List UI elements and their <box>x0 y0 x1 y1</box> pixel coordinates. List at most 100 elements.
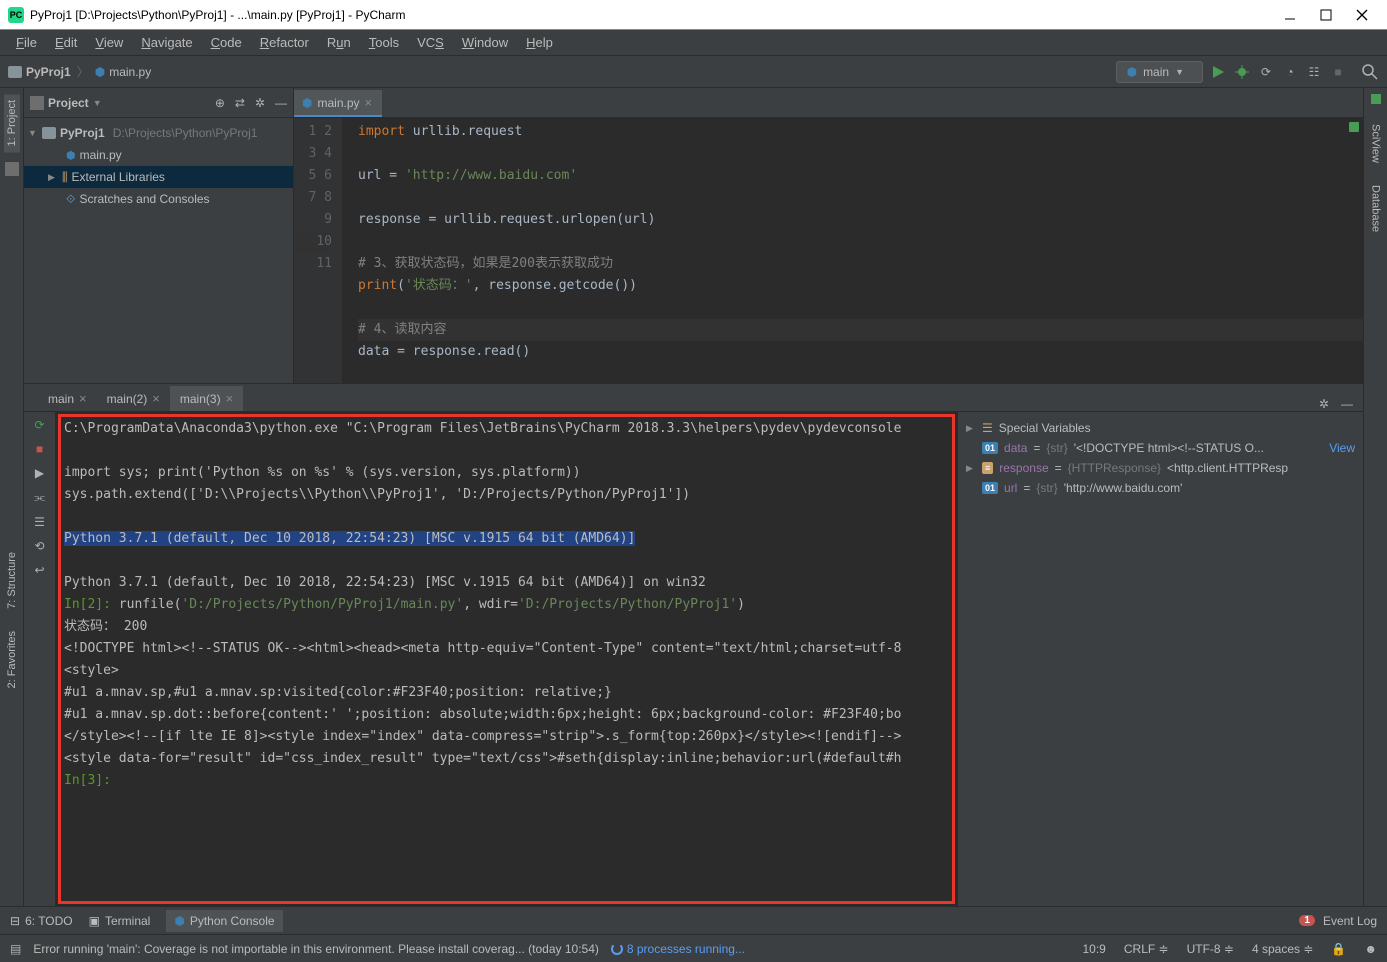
run-config-selector[interactable]: ⬢ main ▼ <box>1116 61 1203 83</box>
execute-icon[interactable]: ▶ <box>35 466 44 480</box>
tab-python-console[interactable]: ⬢Python Console <box>166 910 282 932</box>
menu-window[interactable]: Window <box>454 32 516 53</box>
tab-structure[interactable]: 7: Structure <box>4 546 20 615</box>
tab-database[interactable]: Database <box>1368 179 1384 238</box>
tab-event-log[interactable]: Event Log <box>1323 914 1377 928</box>
coverage-button[interactable]: ⟳ <box>1257 63 1275 81</box>
tree-file-main[interactable]: ⬢ main.py <box>24 144 293 166</box>
gear-icon[interactable]: ✲ <box>1319 397 1329 411</box>
chevron-down-icon[interactable]: ▼ <box>28 128 38 138</box>
chevron-down-icon[interactable]: ▼ <box>93 98 102 108</box>
tab-project[interactable]: 1: Project <box>4 94 20 152</box>
app-icon: PC <box>8 7 24 23</box>
run-button[interactable] <box>1209 63 1227 81</box>
project-tool-window: Project ▼ ⊕ ⇄ ✲ — ▼ PyProj1 D:\Projects\… <box>24 88 294 383</box>
line-gutter: 1 2 3 4 5 6 7 8 9 1011 <box>294 118 342 383</box>
bookmarks-icon[interactable] <box>5 162 19 176</box>
project-header-label[interactable]: Project <box>48 96 89 110</box>
inspection-ok-icon[interactable] <box>1371 94 1381 104</box>
tool-windows-toggle-icon[interactable]: ▤ <box>10 942 21 956</box>
indent-setting[interactable]: 4 spaces ≑ <box>1252 942 1313 956</box>
attach-debug-icon[interactable]: ⫘ <box>34 490 45 505</box>
editor-tabs: ⬢ main.py × <box>294 88 1363 118</box>
tab-todo[interactable]: ⊟6: TODO <box>10 914 73 928</box>
stop-icon[interactable]: ■ <box>36 442 43 456</box>
breadcrumb[interactable]: PyProj1 〉 ⬢ main.py <box>8 63 151 80</box>
notification-count: 1 <box>1299 915 1315 926</box>
inspection-hector-icon[interactable]: ☻ <box>1364 942 1377 956</box>
var-row-url[interactable]: 01 url = {str} 'http://www.baidu.com' <box>966 478 1355 498</box>
spinner-icon <box>611 943 623 955</box>
soft-wrap-icon[interactable]: ↩ <box>34 563 44 577</box>
run-tab-main3[interactable]: main(3)× <box>170 386 243 411</box>
background-processes[interactable]: 8 processes running... <box>611 942 745 956</box>
menu-view[interactable]: View <box>87 32 131 53</box>
code-text[interactable]: import urllib.request url = 'http://www.… <box>342 118 1363 383</box>
close-icon[interactable]: × <box>152 391 160 406</box>
run-tab-main[interactable]: main× <box>38 386 97 411</box>
breadcrumb-project[interactable]: PyProj1 <box>26 65 71 79</box>
debug-button[interactable] <box>1233 63 1251 81</box>
tab-favorites[interactable]: 2: Favorites <box>4 625 20 694</box>
var-type-badge: 01 <box>982 442 998 454</box>
editor-tab-main[interactable]: ⬢ main.py × <box>294 90 382 117</box>
var-row-response[interactable]: ▶ ≡ response = {HTTPResponse} <http.clie… <box>966 458 1355 478</box>
menu-vcs[interactable]: VCS <box>409 32 452 53</box>
maximize-button[interactable] <box>1319 8 1333 22</box>
close-icon[interactable]: × <box>79 391 87 406</box>
close-icon[interactable]: × <box>365 95 373 110</box>
profile-button[interactable]: ◔ <box>1281 63 1299 81</box>
readonly-lock-icon[interactable]: 🔒 <box>1331 942 1346 956</box>
chevron-right-icon[interactable]: ▶ <box>966 423 976 434</box>
view-link[interactable]: View <box>1329 441 1355 455</box>
hide-icon[interactable]: — <box>1341 397 1353 411</box>
var-row-data[interactable]: 01 data = {str} '<!DOCTYPE html><!--STAT… <box>966 438 1355 458</box>
history-icon[interactable]: ⟲ <box>34 539 44 553</box>
run-tab-main2[interactable]: main(2)× <box>97 386 170 411</box>
right-tool-strip: SciView Database <box>1363 88 1387 906</box>
expand-all-icon[interactable]: ⇄ <box>235 96 245 110</box>
gear-icon[interactable]: ✲ <box>255 96 265 110</box>
cursor-position[interactable]: 10:9 <box>1083 942 1106 956</box>
var-type: {str} <box>1036 481 1057 495</box>
inspection-indicator[interactable] <box>1349 122 1359 132</box>
tree-extlib-label: External Libraries <box>72 170 165 184</box>
search-everywhere-button[interactable] <box>1361 63 1379 81</box>
tab-sciview[interactable]: SciView <box>1368 118 1384 169</box>
hide-icon[interactable]: — <box>275 96 287 110</box>
breadcrumb-separator: 〉 <box>77 63 89 80</box>
menu-refactor[interactable]: Refactor <box>252 32 317 53</box>
vars-header-row[interactable]: ▶ ☰ Special Variables <box>966 418 1355 438</box>
close-button[interactable] <box>1355 8 1369 22</box>
close-icon[interactable]: × <box>226 391 234 406</box>
python-icon: ⬢ <box>1127 65 1137 79</box>
tree-project-root[interactable]: ▼ PyProj1 D:\Projects\Python\PyProj1 <box>24 122 293 144</box>
rerun-icon[interactable]: ⟳ <box>34 418 44 432</box>
chevron-right-icon[interactable]: ▶ <box>966 463 976 474</box>
line-separator[interactable]: CRLF ≑ <box>1124 942 1169 956</box>
file-encoding[interactable]: UTF-8 ≑ <box>1187 942 1234 956</box>
concurrency-button[interactable]: ☷ <box>1305 63 1323 81</box>
tab-terminal[interactable]: ▣Terminal <box>89 914 151 928</box>
menu-file[interactable]: File <box>8 32 45 53</box>
console-output[interactable]: C:\ProgramData\Anaconda3\python.exe "C:\… <box>56 412 957 906</box>
menu-run[interactable]: Run <box>319 32 359 53</box>
stop-button[interactable]: ■ <box>1329 63 1347 81</box>
menu-navigate[interactable]: Navigate <box>133 32 200 53</box>
menu-edit[interactable]: Edit <box>47 32 85 53</box>
status-message: Error running 'main': Coverage is not im… <box>33 942 599 956</box>
var-value: '<!DOCTYPE html><!--STATUS O... <box>1074 441 1264 455</box>
chevron-right-icon[interactable]: ▶ <box>48 172 58 183</box>
menu-code[interactable]: Code <box>203 32 250 53</box>
menu-help[interactable]: Help <box>518 32 561 53</box>
tree-external-libraries[interactable]: ▶ ⫼ External Libraries <box>24 166 293 188</box>
status-bar: ▤ Error running 'main': Coverage is not … <box>0 934 1387 962</box>
code-editor[interactable]: 1 2 3 4 5 6 7 8 9 1011 import urllib.req… <box>294 118 1363 383</box>
breadcrumb-file[interactable]: main.py <box>109 65 151 79</box>
menu-tools[interactable]: Tools <box>361 32 407 53</box>
new-console-icon[interactable]: ☰ <box>34 515 45 529</box>
minimize-button[interactable] <box>1283 8 1297 22</box>
tree-scratches[interactable]: ⟐ Scratches and Consoles <box>24 188 293 210</box>
locate-icon[interactable]: ⊕ <box>215 96 225 110</box>
folder-icon <box>42 127 56 139</box>
